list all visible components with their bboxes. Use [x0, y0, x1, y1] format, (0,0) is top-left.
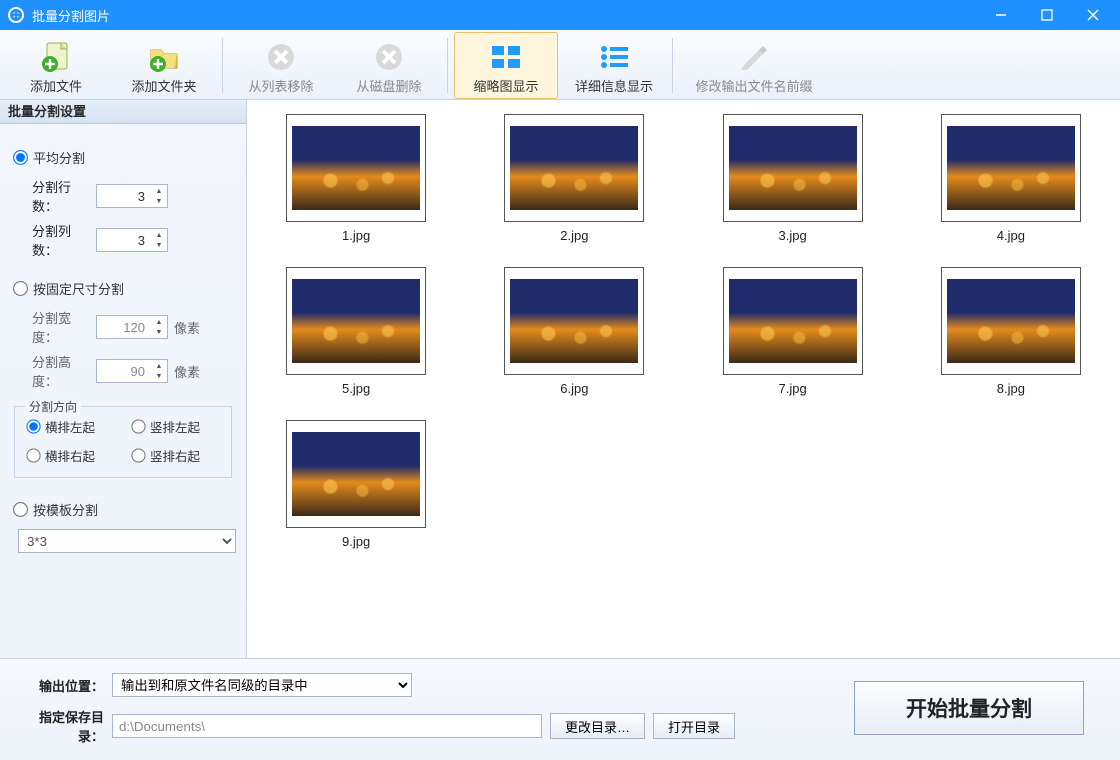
thumbnail-image	[504, 267, 644, 375]
dir-h-right-radio[interactable]: 横排右起	[27, 446, 114, 465]
delete-from-disk-button[interactable]: 从磁盘删除	[337, 32, 441, 99]
change-dir-button[interactable]: 更改目录…	[550, 713, 645, 739]
thumbnail-caption: 6.jpg	[560, 381, 588, 396]
height-spinner[interactable]: 90 ▲▼	[96, 359, 168, 383]
thumbnail-image	[941, 114, 1081, 222]
add-folder-button[interactable]: 添加文件夹	[112, 32, 216, 99]
thumbnail-view-icon	[489, 40, 523, 74]
remove-from-list-button[interactable]: 从列表移除	[229, 32, 333, 99]
save-dir-label: 指定保存目录：	[16, 707, 112, 745]
thumbnail-image	[286, 420, 426, 528]
thumbnail-caption: 4.jpg	[997, 228, 1025, 243]
thumbnail-image	[504, 114, 644, 222]
thumbnail-view-button[interactable]: 缩略图显示	[454, 32, 558, 99]
delete-disk-icon	[372, 40, 406, 74]
thumbnail-item[interactable]: 2.jpg	[485, 114, 663, 243]
maximize-button[interactable]	[1024, 0, 1070, 30]
thumbnail-item[interactable]: 6.jpg	[485, 267, 663, 396]
thumbnail-item[interactable]: 8.jpg	[922, 267, 1100, 396]
thumbnail-caption: 7.jpg	[779, 381, 807, 396]
thumbnail-image	[723, 114, 863, 222]
thumbnail-item[interactable]: 7.jpg	[704, 267, 882, 396]
thumbnail-item[interactable]: 4.jpg	[922, 114, 1100, 243]
mode-fixed-radio[interactable]: 按固定尺寸分割	[14, 279, 232, 298]
window-title: 批量分割图片	[32, 6, 978, 25]
thumbnail-item[interactable]: 3.jpg	[704, 114, 882, 243]
thumbnail-gallery: 1.jpg 2.jpg 3.jpg 4.jpg 5.jpg 6.jpg 7.jpg 8.jpg…	[247, 100, 1120, 658]
thumbnail-caption: 3.jpg	[779, 228, 807, 243]
settings-sidebar: 批量分割设置 平均分割 分割行数： 3 ▲▼ 分割列数： 3 ▲▼	[0, 100, 247, 658]
height-label: 分割高度：	[32, 352, 96, 390]
remove-icon	[264, 40, 298, 74]
width-label: 分割宽度：	[32, 308, 96, 346]
add-file-button[interactable]: 添加文件	[4, 32, 108, 99]
cols-spinner[interactable]: 3 ▲▼	[96, 228, 168, 252]
detail-view-icon	[597, 40, 631, 74]
add-file-icon	[39, 40, 73, 74]
mode-template-radio[interactable]: 按模板分割	[14, 500, 232, 519]
toolbar-separator	[447, 38, 448, 93]
template-select[interactable]: 3*3	[18, 529, 236, 553]
mode-even-radio[interactable]: 平均分割	[14, 148, 232, 167]
width-spinner[interactable]: 120 ▲▼	[96, 315, 168, 339]
thumbnail-image	[941, 267, 1081, 375]
cols-label: 分割列数：	[32, 221, 96, 259]
dir-h-left-radio[interactable]: 横排左起	[27, 417, 114, 436]
output-loc-select[interactable]: 输出到和原文件名同级的目录中	[112, 673, 412, 697]
thumbnail-item[interactable]: 9.jpg	[267, 420, 445, 549]
rows-label: 分割行数：	[32, 177, 96, 215]
toolbar: 添加文件 添加文件夹 从列表移除 从磁盘删除 缩略图显示 详细信息显示	[0, 30, 1120, 100]
edit-prefix-icon	[737, 40, 771, 74]
start-button[interactable]: 开始批量分割	[854, 681, 1084, 735]
thumbnail-item[interactable]: 5.jpg	[267, 267, 445, 396]
detail-view-button[interactable]: 详细信息显示	[562, 32, 666, 99]
thumbnail-image	[723, 267, 863, 375]
minimize-button[interactable]	[978, 0, 1024, 30]
app-icon: ∷	[8, 7, 24, 23]
toolbar-separator	[222, 38, 223, 93]
direction-fieldset: 分割方向 横排左起 竖排左起 横排右起 竖排右起	[14, 406, 232, 478]
thumbnail-caption: 2.jpg	[560, 228, 588, 243]
add-folder-icon	[147, 40, 181, 74]
thumbnail-caption: 8.jpg	[997, 381, 1025, 396]
thumbnail-caption: 5.jpg	[342, 381, 370, 396]
toolbar-separator	[672, 38, 673, 93]
edit-prefix-button[interactable]: 修改输出文件名前缀	[679, 32, 829, 99]
rows-spinner[interactable]: 3 ▲▼	[96, 184, 168, 208]
bottom-panel: 输出位置： 输出到和原文件名同级的目录中 指定保存目录： 更改目录… 打开目录 …	[0, 658, 1120, 760]
thumbnail-image	[286, 267, 426, 375]
open-dir-button[interactable]: 打开目录	[653, 713, 735, 739]
title-bar: ∷ 批量分割图片	[0, 0, 1120, 30]
output-loc-label: 输出位置：	[16, 676, 112, 695]
dir-v-left-radio[interactable]: 竖排左起	[132, 417, 219, 436]
thumbnail-item[interactable]: 1.jpg	[267, 114, 445, 243]
close-button[interactable]	[1070, 0, 1116, 30]
thumbnail-caption: 9.jpg	[342, 534, 370, 549]
dir-v-right-radio[interactable]: 竖排右起	[132, 446, 219, 465]
save-dir-input[interactable]	[112, 714, 542, 738]
thumbnail-image	[286, 114, 426, 222]
thumbnail-caption: 1.jpg	[342, 228, 370, 243]
sidebar-caption: 批量分割设置	[0, 100, 246, 124]
